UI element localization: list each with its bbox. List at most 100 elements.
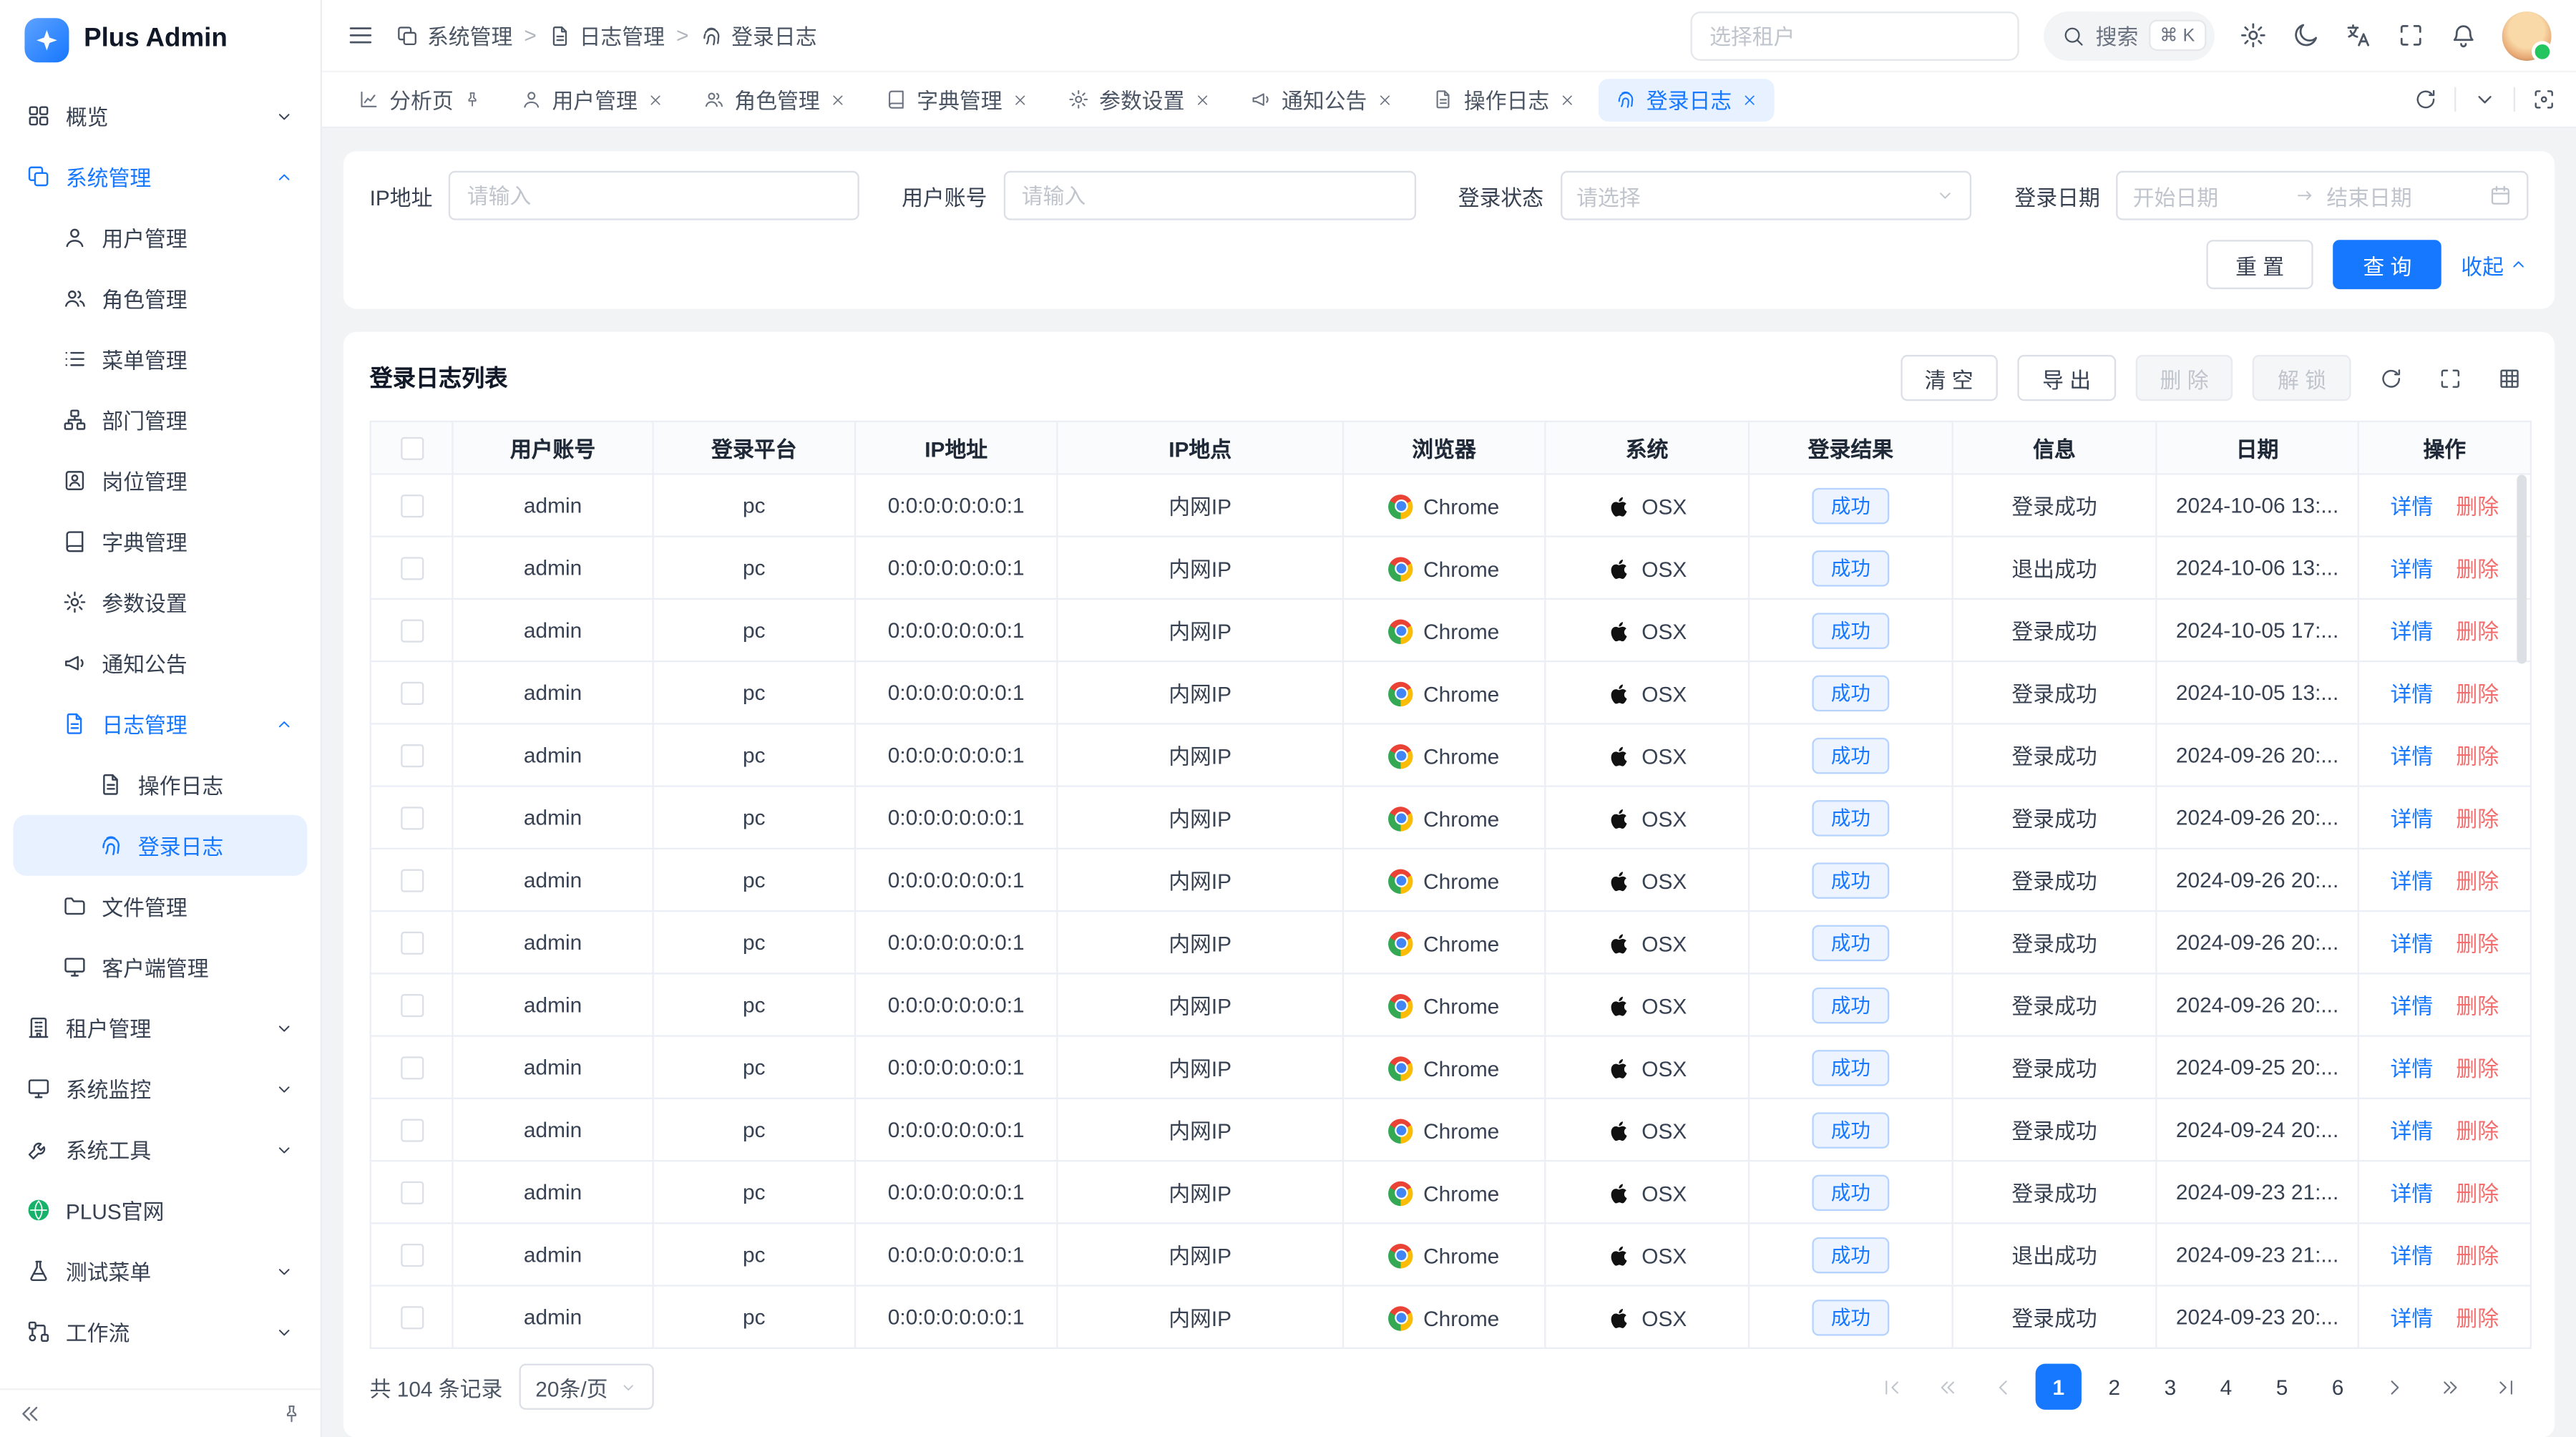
sidebar-item[interactable]: 系统监控 xyxy=(13,1058,307,1119)
reset-button[interactable]: 重 置 xyxy=(2206,240,2314,289)
delete-link[interactable]: 删除 xyxy=(2456,1056,2499,1081)
sidebar-item[interactable]: 角色管理 xyxy=(13,268,307,328)
chevron-down-icon[interactable] xyxy=(2472,87,2497,112)
detail-link[interactable]: 详情 xyxy=(2391,1119,2434,1144)
row-checkbox[interactable] xyxy=(400,1182,423,1204)
sidebar-item[interactable]: 文件管理 xyxy=(13,876,307,937)
translate-icon[interactable] xyxy=(2344,21,2372,49)
tab[interactable]: 角色管理 xyxy=(687,78,863,121)
scrollbar-track[interactable] xyxy=(2517,475,2527,1346)
tab[interactable]: 登录日志 xyxy=(1599,78,1775,121)
close-icon[interactable] xyxy=(1559,91,1576,107)
collapse-sidebar-icon[interactable] xyxy=(18,1401,42,1425)
delete-link[interactable]: 删除 xyxy=(2456,620,2499,644)
sidebar-item[interactable]: 日志管理 xyxy=(13,693,307,754)
account-input[interactable] xyxy=(1003,171,1415,220)
login-status-select[interactable]: 请选择 xyxy=(1560,171,1972,220)
select-all-checkbox[interactable] xyxy=(400,437,423,460)
sidebar-item[interactable]: PLUS官网 xyxy=(13,1179,307,1240)
tab[interactable]: 字典管理 xyxy=(869,78,1045,121)
next-page-button[interactable] xyxy=(2371,1364,2416,1410)
login-date-range[interactable]: 开始日期 结束日期 xyxy=(2117,171,2529,220)
gear-icon[interactable] xyxy=(2239,21,2267,49)
fullscreen-icon[interactable] xyxy=(2430,359,2469,398)
row-checkbox[interactable] xyxy=(400,682,423,705)
tenant-select[interactable]: 选择租户 xyxy=(1690,11,2019,60)
close-icon[interactable] xyxy=(648,91,664,107)
scrollbar-thumb[interactable] xyxy=(2517,475,2527,664)
delete-link[interactable]: 删除 xyxy=(2456,1306,2499,1330)
pin-icon[interactable] xyxy=(463,90,481,108)
clear-button[interactable]: 清 空 xyxy=(1900,355,1998,401)
close-icon[interactable] xyxy=(1194,91,1211,107)
sidebar-item[interactable]: 参数设置 xyxy=(13,572,307,633)
tab[interactable]: 通知公告 xyxy=(1234,78,1410,121)
close-icon[interactable] xyxy=(1012,91,1028,107)
close-icon[interactable] xyxy=(830,91,847,107)
page-button[interactable]: 2 xyxy=(2092,1364,2137,1410)
page-button[interactable]: 5 xyxy=(2259,1364,2305,1410)
avatar[interactable] xyxy=(2502,11,2552,60)
delete-button[interactable]: 删 除 xyxy=(2135,355,2233,401)
breadcrumb-item[interactable]: 登录日志 xyxy=(701,20,817,52)
sidebar-item[interactable]: 概览 xyxy=(13,85,307,146)
detail-link[interactable]: 详情 xyxy=(2391,1244,2434,1268)
sidebar-item[interactable]: 系统管理 xyxy=(13,146,307,207)
row-checkbox[interactable] xyxy=(400,995,423,1018)
unlock-button[interactable]: 解 锁 xyxy=(2253,355,2351,401)
refresh-icon[interactable] xyxy=(2414,87,2438,112)
last-page-button[interactable] xyxy=(2482,1364,2528,1410)
detail-link[interactable]: 详情 xyxy=(2391,620,2434,644)
detail-link[interactable]: 详情 xyxy=(2391,1306,2434,1330)
delete-link[interactable]: 删除 xyxy=(2456,744,2499,769)
prev-page-button[interactable] xyxy=(1980,1364,2026,1410)
delete-link[interactable]: 删除 xyxy=(2456,682,2499,706)
delete-link[interactable]: 删除 xyxy=(2456,869,2499,894)
ip-input[interactable] xyxy=(449,171,859,220)
sidebar-item[interactable]: 用户管理 xyxy=(13,207,307,268)
page-button[interactable]: 6 xyxy=(2315,1364,2361,1410)
export-button[interactable]: 导 出 xyxy=(2018,355,2116,401)
first-page-button[interactable] xyxy=(1868,1364,1913,1410)
breadcrumb-item[interactable]: 日志管理 xyxy=(548,20,665,52)
delete-link[interactable]: 删除 xyxy=(2456,557,2499,581)
detail-link[interactable]: 详情 xyxy=(2391,807,2434,831)
jump-back-button[interactable] xyxy=(1924,1364,1970,1410)
query-button[interactable]: 查 询 xyxy=(2333,240,2441,289)
row-checkbox[interactable] xyxy=(400,807,423,830)
row-checkbox[interactable] xyxy=(400,745,423,768)
delete-link[interactable]: 删除 xyxy=(2456,994,2499,1018)
tab[interactable]: 参数设置 xyxy=(1052,78,1228,121)
delete-link[interactable]: 删除 xyxy=(2456,1182,2499,1206)
delete-link[interactable]: 删除 xyxy=(2456,495,2499,519)
detail-link[interactable]: 详情 xyxy=(2391,744,2434,769)
row-checkbox[interactable] xyxy=(400,932,423,955)
hamburger-icon[interactable] xyxy=(346,21,374,49)
search-button[interactable]: 搜索 ⌘ K xyxy=(2043,11,2215,60)
tab[interactable]: 操作日志 xyxy=(1416,78,1592,121)
delete-link[interactable]: 删除 xyxy=(2456,1119,2499,1144)
bell-icon[interactable] xyxy=(2449,21,2477,49)
sidebar-item[interactable]: 工作流 xyxy=(13,1301,307,1362)
delete-link[interactable]: 删除 xyxy=(2456,932,2499,956)
detail-link[interactable]: 详情 xyxy=(2391,1056,2434,1081)
row-checkbox[interactable] xyxy=(400,1307,423,1330)
sidebar-item[interactable]: 操作日志 xyxy=(13,754,307,815)
row-checkbox[interactable] xyxy=(400,620,423,643)
row-checkbox[interactable] xyxy=(400,557,423,580)
row-checkbox[interactable] xyxy=(400,1244,423,1267)
grid-small-icon[interactable] xyxy=(2489,359,2528,398)
detail-link[interactable]: 详情 xyxy=(2391,994,2434,1018)
page-size-select[interactable]: 20条/页 xyxy=(519,1364,653,1410)
detail-link[interactable]: 详情 xyxy=(2391,932,2434,956)
collapse-filters-link[interactable]: 收起 xyxy=(2461,249,2528,281)
detail-link[interactable]: 详情 xyxy=(2391,557,2434,581)
row-checkbox[interactable] xyxy=(400,495,423,518)
delete-link[interactable]: 删除 xyxy=(2456,807,2499,831)
sidebar-item[interactable]: 测试菜单 xyxy=(13,1240,307,1301)
sidebar-item[interactable]: 部门管理 xyxy=(13,389,307,450)
sidebar-item[interactable]: 登录日志 xyxy=(13,815,307,876)
sidebar-item[interactable]: 客户端管理 xyxy=(13,937,307,998)
detail-link[interactable]: 详情 xyxy=(2391,495,2434,519)
moon-icon[interactable] xyxy=(2292,21,2320,49)
